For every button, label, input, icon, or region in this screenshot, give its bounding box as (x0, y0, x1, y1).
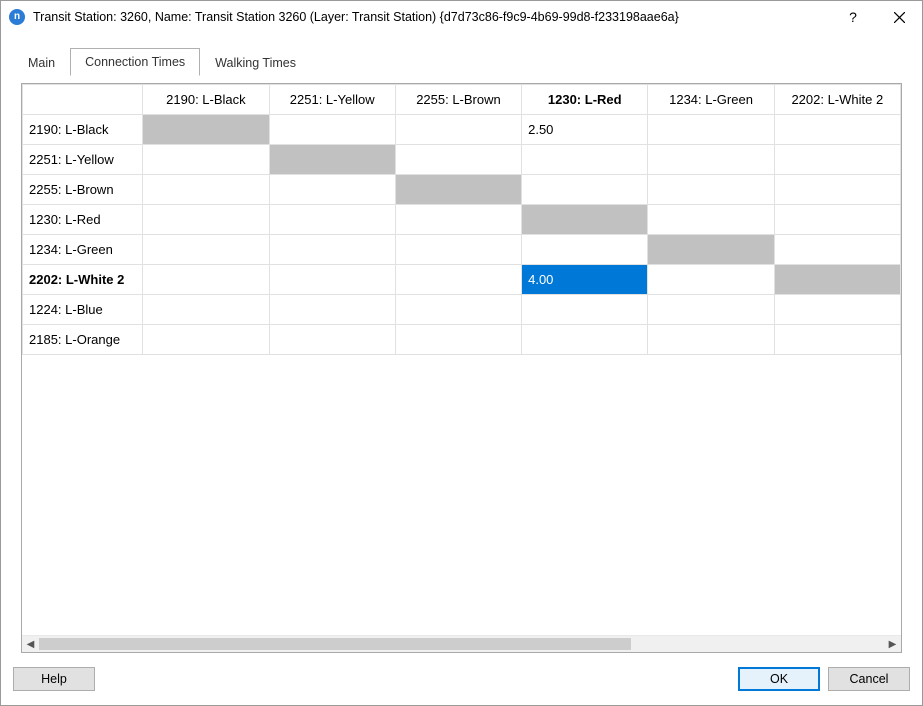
grid-cell[interactable] (269, 235, 395, 265)
grid-cell[interactable] (648, 235, 774, 265)
table-row: 2255: L-Brown (23, 175, 901, 205)
row-header[interactable]: 1224: L-Blue (23, 295, 143, 325)
table-row: 1230: L-Red (23, 205, 901, 235)
grid-cell[interactable] (269, 265, 395, 295)
grid-cell[interactable] (774, 205, 900, 235)
grid-cell[interactable] (143, 115, 269, 145)
grid-cell[interactable] (774, 295, 900, 325)
grid-cell[interactable] (648, 115, 774, 145)
grid-cell[interactable] (143, 325, 269, 355)
column-header[interactable]: 2251: L-Yellow (269, 85, 395, 115)
grid-cell[interactable] (143, 235, 269, 265)
grid-cell[interactable] (143, 145, 269, 175)
row-header[interactable]: 2202: L-White 2 (23, 265, 143, 295)
grid-corner (23, 85, 143, 115)
connection-times-grid[interactable]: 2190: L-Black2251: L-Yellow2255: L-Brown… (22, 84, 901, 355)
dialog-window: n Transit Station: 3260, Name: Transit S… (0, 0, 923, 706)
grid-cell[interactable] (269, 295, 395, 325)
scroll-right-arrow-icon[interactable]: ▶ (884, 636, 901, 652)
app-icon: n (9, 9, 25, 25)
grid-cell[interactable] (648, 265, 774, 295)
column-header[interactable]: 2190: L-Black (143, 85, 269, 115)
grid-cell[interactable] (522, 205, 648, 235)
titlebar: n Transit Station: 3260, Name: Transit S… (1, 1, 922, 33)
row-header[interactable]: 2251: L-Yellow (23, 145, 143, 175)
row-header[interactable]: 1230: L-Red (23, 205, 143, 235)
column-header[interactable]: 1234: L-Green (648, 85, 774, 115)
table-row: 2185: L-Orange (23, 325, 901, 355)
column-header[interactable]: 2255: L-Brown (395, 85, 521, 115)
grid-cell[interactable]: 4.00 (522, 265, 648, 295)
grid-viewport: 2190: L-Black2251: L-Yellow2255: L-Brown… (22, 84, 901, 635)
grid-cell[interactable] (648, 295, 774, 325)
grid-cell[interactable] (648, 175, 774, 205)
window-title: Transit Station: 3260, Name: Transit Sta… (33, 10, 830, 24)
horizontal-scrollbar[interactable]: ◀ ▶ (22, 635, 901, 652)
titlebar-help-button[interactable]: ? (830, 1, 876, 33)
grid-cell[interactable] (774, 265, 900, 295)
grid-cell[interactable] (143, 175, 269, 205)
grid-cell[interactable] (395, 145, 521, 175)
grid-cell[interactable] (522, 325, 648, 355)
column-header[interactable]: 2202: L-White 2 (774, 85, 900, 115)
scroll-track[interactable] (39, 636, 884, 652)
grid-cell[interactable] (522, 175, 648, 205)
grid-cell[interactable] (269, 325, 395, 355)
grid-cell[interactable] (395, 295, 521, 325)
row-header[interactable]: 2190: L-Black (23, 115, 143, 145)
help-button[interactable]: Help (13, 667, 95, 691)
grid-cell[interactable]: 2.50 (522, 115, 648, 145)
grid-cell[interactable] (395, 115, 521, 145)
tab-connection-times[interactable]: Connection Times (70, 48, 200, 76)
grid-cell[interactable] (522, 145, 648, 175)
grid-cell[interactable] (395, 205, 521, 235)
column-header[interactable]: 1230: L-Red (522, 85, 648, 115)
grid-cell[interactable] (774, 325, 900, 355)
grid-cell[interactable] (269, 145, 395, 175)
table-row: 1224: L-Blue (23, 295, 901, 325)
row-header[interactable]: 1234: L-Green (23, 235, 143, 265)
tabstrip: MainConnection TimesWalking Times (13, 47, 910, 75)
grid-cell[interactable] (648, 205, 774, 235)
grid-cell[interactable] (648, 145, 774, 175)
grid-cell[interactable] (648, 325, 774, 355)
tab-panel-connection-times: 2190: L-Black2251: L-Yellow2255: L-Brown… (13, 75, 910, 661)
grid-cell[interactable] (143, 205, 269, 235)
scroll-thumb[interactable] (39, 638, 631, 650)
grid-cell[interactable] (522, 295, 648, 325)
scroll-left-arrow-icon[interactable]: ◀ (22, 636, 39, 652)
grid-cell[interactable] (143, 265, 269, 295)
tab-main[interactable]: Main (13, 49, 70, 76)
grid-cell[interactable] (269, 175, 395, 205)
grid-container: 2190: L-Black2251: L-Yellow2255: L-Brown… (21, 83, 902, 653)
close-icon (894, 12, 905, 23)
grid-cell[interactable] (395, 235, 521, 265)
table-row: 1234: L-Green (23, 235, 901, 265)
grid-cell[interactable] (774, 115, 900, 145)
cancel-button[interactable]: Cancel (828, 667, 910, 691)
grid-cell[interactable] (395, 265, 521, 295)
grid-cell[interactable] (774, 175, 900, 205)
grid-cell[interactable] (143, 295, 269, 325)
tab-walking-times[interactable]: Walking Times (200, 49, 311, 76)
grid-cell[interactable] (522, 235, 648, 265)
table-row: 2202: L-White 2 4.00 (23, 265, 901, 295)
grid-cell[interactable] (395, 175, 521, 205)
grid-cell[interactable] (269, 205, 395, 235)
table-row: 2190: L-Black 2.50 (23, 115, 901, 145)
grid-cell[interactable] (269, 115, 395, 145)
row-header[interactable]: 2255: L-Brown (23, 175, 143, 205)
grid-cell[interactable] (395, 325, 521, 355)
table-row: 2251: L-Yellow (23, 145, 901, 175)
dialog-footer: Help OK Cancel (1, 661, 922, 705)
grid-cell[interactable] (774, 235, 900, 265)
grid-cell[interactable] (774, 145, 900, 175)
close-button[interactable] (876, 1, 922, 33)
ok-button[interactable]: OK (738, 667, 820, 691)
row-header[interactable]: 2185: L-Orange (23, 325, 143, 355)
